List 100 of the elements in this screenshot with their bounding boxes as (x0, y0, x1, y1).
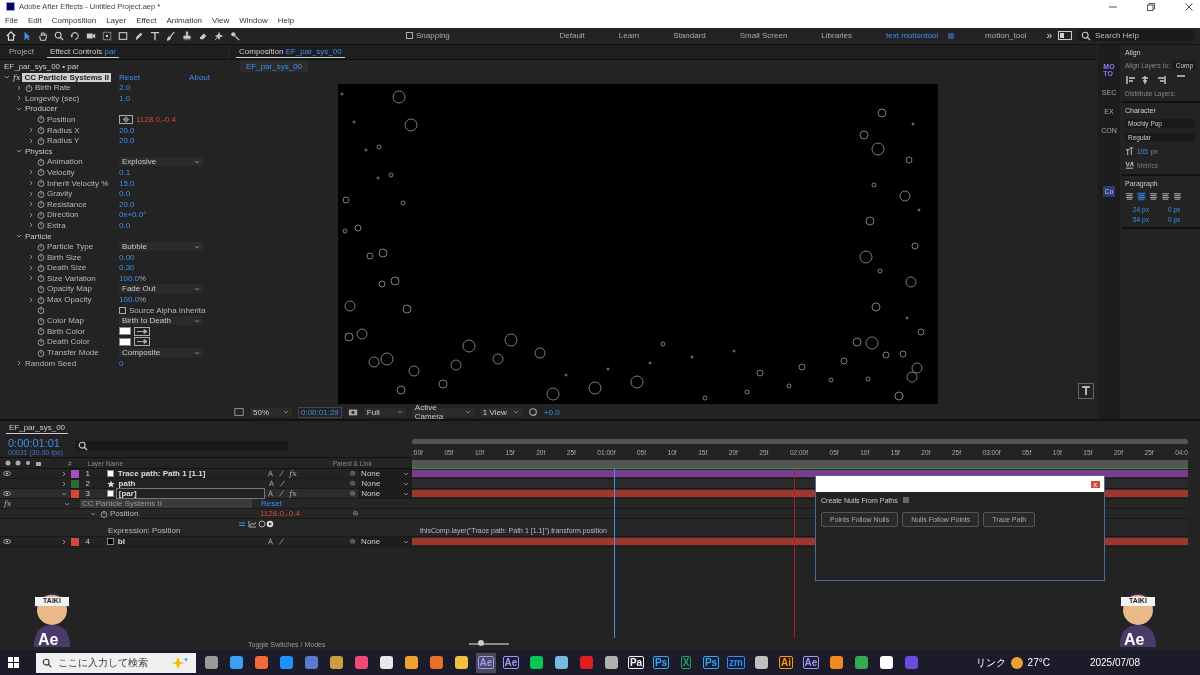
property-value[interactable]: 20.0 (119, 125, 135, 135)
shy-switch-icon[interactable] (267, 490, 275, 498)
pen-icon[interactable] (134, 30, 144, 41)
property-dropdown[interactable]: Bubble (119, 242, 203, 252)
roto-icon[interactable] (214, 30, 224, 41)
stopwatch-icon[interactable] (37, 168, 45, 177)
panel-tab[interactable]: Effect Controls par (46, 45, 120, 58)
stopwatch-icon[interactable] (37, 242, 45, 251)
pick-whip-icon[interactable] (349, 470, 357, 478)
about-link[interactable]: About (189, 72, 210, 82)
search-icon[interactable] (1081, 30, 1091, 41)
visibility-eye-icon[interactable] (3, 471, 11, 477)
panel-tab[interactable]: Project (6, 46, 37, 58)
stopwatch-icon[interactable] (25, 83, 33, 92)
slider-thumb[interactable] (478, 640, 485, 647)
menu-item[interactable]: Edit (27, 16, 42, 26)
reset-link[interactable]: Reset (261, 499, 282, 509)
stopwatch-icon[interactable] (37, 306, 45, 315)
brush-icon[interactable] (166, 30, 176, 41)
menu-item[interactable]: Help (277, 16, 295, 26)
stopwatch-icon[interactable] (37, 189, 45, 198)
property-value[interactable]: 0 (119, 358, 124, 368)
rect-icon[interactable] (118, 30, 128, 41)
view-layout-dropdown[interactable]: 1 View (479, 407, 522, 417)
property-value[interactable]: 0.30 (119, 263, 135, 273)
work-area-bar[interactable] (412, 460, 1188, 470)
stopwatch-icon[interactable] (37, 263, 45, 272)
shy-switch-icon[interactable] (267, 470, 275, 478)
current-time[interactable]: 0:00:01:01 (8, 436, 63, 449)
composition-subtab[interactable]: EF_par_sys_00 (240, 61, 309, 73)
stopwatch-icon[interactable] (37, 136, 45, 145)
stopwatch-icon[interactable] (37, 210, 45, 219)
clock-date[interactable]: 2025/07/08 (1089, 657, 1140, 669)
stopwatch-icon[interactable] (37, 126, 45, 135)
text-align-icon[interactable] (1137, 191, 1146, 201)
checkbox[interactable] (119, 306, 126, 314)
stopwatch-icon[interactable] (37, 253, 45, 262)
timeline-tab[interactable]: EF_par_sys_00 (6, 422, 69, 435)
property-value[interactable]: 0x+0.0° (119, 210, 147, 220)
text-align-icon[interactable] (1173, 191, 1182, 201)
property-dropdown[interactable]: Birth to Death (119, 316, 203, 326)
eyedropper-icon[interactable] (134, 337, 150, 347)
pick-whip-icon[interactable] (352, 510, 359, 518)
property-dropdown[interactable]: Fade Out (119, 284, 203, 294)
property-value[interactable]: 2.0 (119, 83, 131, 93)
reset-exposure-icon[interactable] (527, 407, 538, 418)
workspace-tab[interactable]: Learn (604, 31, 654, 41)
workspace-tab[interactable]: Small Screen (725, 31, 802, 41)
stopwatch-icon[interactable] (37, 348, 45, 357)
text-align-icon[interactable] (1149, 191, 1158, 201)
restore-icon[interactable] (1146, 1, 1156, 12)
stopwatch-icon[interactable] (37, 316, 45, 325)
stopwatch-icon[interactable] (37, 274, 45, 283)
color-swatch[interactable] (119, 337, 131, 346)
stopwatch-icon[interactable] (37, 284, 45, 293)
property-dropdown[interactable]: Composite (119, 348, 203, 358)
stopwatch-icon[interactable] (37, 221, 45, 230)
zoom-dropdown[interactable]: 50% (250, 407, 292, 417)
effect-name[interactable]: CC Particle Systems II (22, 72, 111, 82)
search-field[interactable]: Search Help (1078, 30, 1194, 42)
stopwatch-icon[interactable] (37, 295, 45, 304)
menu-item[interactable]: View (212, 16, 230, 26)
reset-link[interactable]: Reset (119, 72, 140, 82)
snapping-checkbox[interactable] (406, 32, 413, 40)
parent-dropdown[interactable]: None (358, 537, 412, 547)
property-value[interactable]: 0.1 (119, 167, 131, 177)
effect-name[interactable]: CC Particle Systems II (80, 499, 252, 509)
panel-icon[interactable] (1058, 31, 1072, 41)
layer-name[interactable]: bl (115, 537, 266, 547)
menu-item[interactable]: File (5, 16, 18, 26)
menu-item[interactable]: Composition (51, 16, 97, 26)
property-value[interactable]: 20.0 (119, 136, 135, 146)
text-align-icon[interactable] (1161, 191, 1170, 201)
camera-dropdown[interactable]: Active Camera (411, 407, 474, 417)
property-value[interactable]: 0.0 (119, 220, 131, 230)
visibility-eye-icon[interactable] (3, 491, 11, 497)
property-value[interactable]: 20.0 (119, 199, 135, 209)
shy-switch-icon[interactable] (267, 538, 275, 546)
stopwatch-icon[interactable] (37, 157, 45, 166)
parent-dropdown[interactable]: None (358, 469, 412, 479)
pick-whip-icon[interactable] (349, 480, 357, 488)
menu-item[interactable]: Layer (106, 16, 127, 26)
parent-dropdown[interactable]: None (358, 489, 412, 499)
stopwatch-icon[interactable] (37, 200, 45, 209)
property-value[interactable]: 1.0 (119, 93, 131, 103)
stopwatch-icon[interactable] (37, 179, 45, 188)
label-color-swatch[interactable] (70, 489, 79, 498)
layer-search-field[interactable] (74, 441, 288, 452)
pan-icon[interactable] (102, 30, 112, 41)
workspace-tab[interactable]: text motiontool (872, 31, 942, 41)
search-icon[interactable] (77, 441, 88, 452)
stopwatch-icon[interactable] (37, 115, 45, 124)
workspace-tab[interactable]: motion_tool (971, 31, 1041, 41)
exposure-value[interactable]: +0.0 (543, 407, 560, 417)
close-icon[interactable] (1184, 1, 1194, 12)
resolution-dropdown[interactable]: Full (363, 407, 406, 417)
workspace-tab[interactable]: Default (545, 31, 599, 41)
quality-switch-icon[interactable] (278, 538, 286, 546)
pin-icon[interactable] (230, 30, 240, 41)
pick-whip-icon[interactable] (349, 538, 357, 546)
